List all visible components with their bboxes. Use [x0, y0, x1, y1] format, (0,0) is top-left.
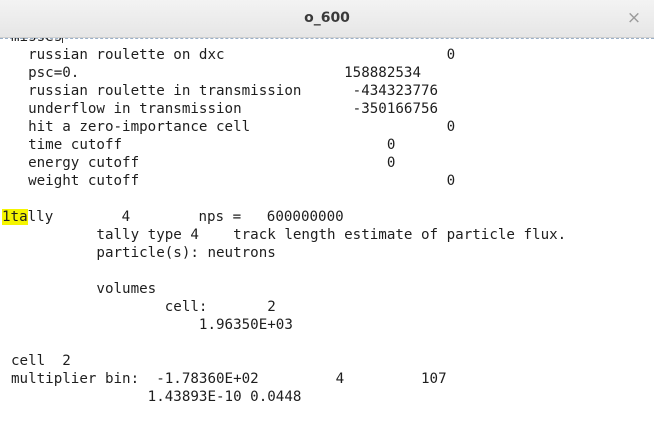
editor-line: cell 2: [11, 353, 71, 369]
search-highlight: 1ta: [2, 209, 28, 225]
tab-divider: [0, 38, 654, 39]
window-title: o_600: [304, 10, 350, 26]
editor-line: hit a zero-importance cell 0: [11, 119, 456, 135]
editor-line: russian roulette in transmission -434323…: [11, 83, 439, 99]
editor-line: underflow in transmission -350166756: [11, 101, 439, 117]
editor-line: psc=0. 158882534: [11, 65, 421, 81]
text-editor[interactable]: misses russian roulette on dxc 0 psc=0. …: [0, 38, 654, 436]
editor-line: multiplier bin: -1.78360E+02 4 107: [11, 371, 447, 387]
close-icon[interactable]: ×: [626, 8, 642, 28]
editor-line-tally: 1tally 4 nps = 600000000: [2, 208, 344, 226]
editor-line: tally type 4 track length estimate of pa…: [11, 227, 567, 243]
editor-line: 1.43893E-10 0.0448: [11, 389, 302, 405]
title-bar: o_600 ×: [0, 0, 654, 38]
editor-line: energy cutoff 0: [11, 155, 396, 171]
editor-line: volumes: [11, 281, 157, 297]
editor-line-partial: misses: [11, 38, 64, 46]
editor-line: 1.96350E+03: [11, 317, 293, 333]
editor-line: russian roulette on dxc 0: [11, 47, 456, 63]
editor-line: time cutoff 0: [11, 137, 396, 153]
tally-line-rest: lly 4 nps = 600000000: [27, 209, 344, 225]
text-caret: [62, 38, 64, 43]
editor-line: particle(s): neutrons: [11, 245, 276, 261]
editor-line: weight cutoff 0: [11, 173, 456, 189]
editor-line: cell: 2: [11, 299, 276, 315]
